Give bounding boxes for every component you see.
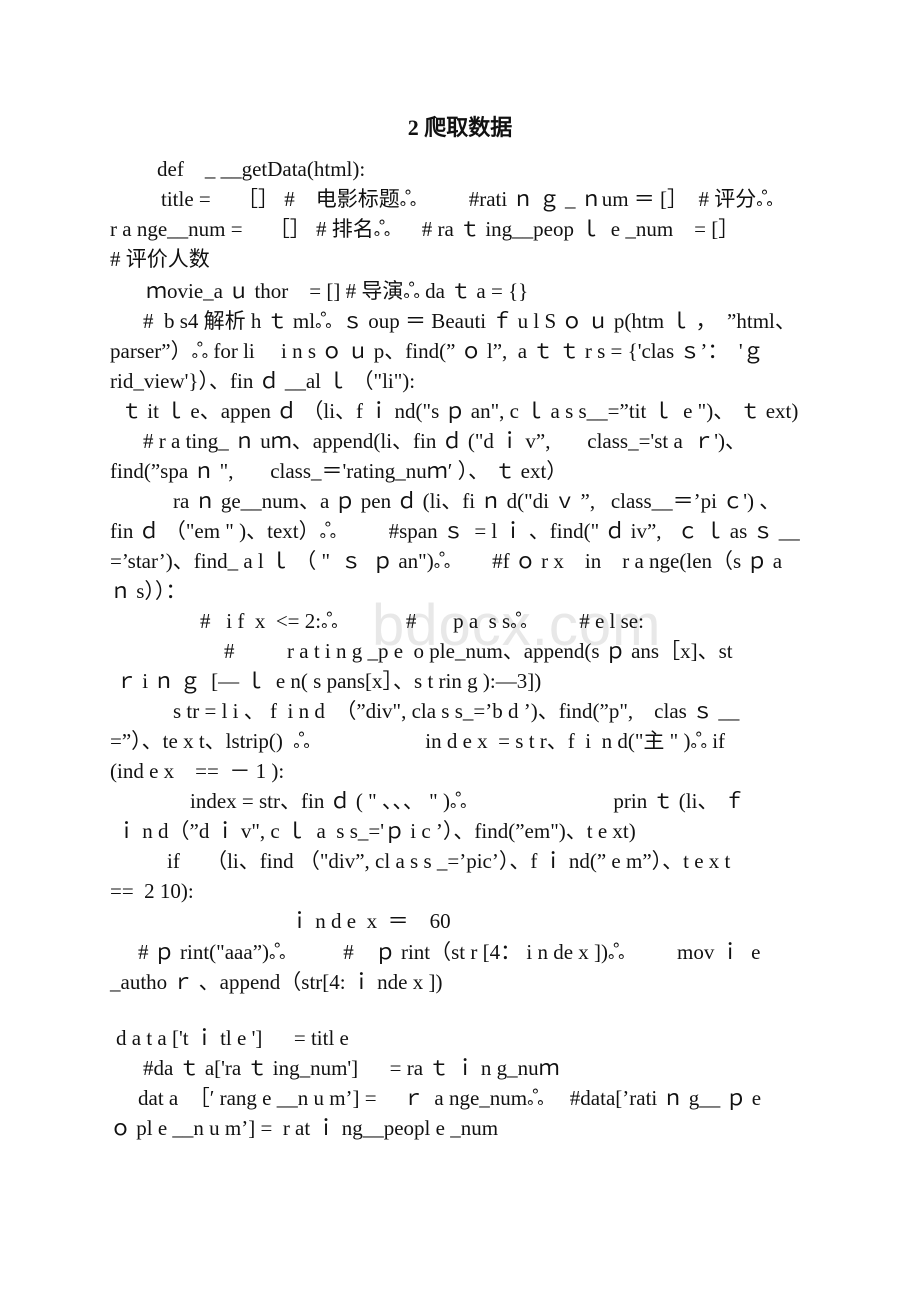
code-line: # i f x <= 2:ஃ # p a s sஃ # e l se: (200, 609, 644, 633)
code-line: s tr = l i 、 f i n d （”div", cla s s_=’b… (173, 699, 740, 723)
code-line: (ind e x == － 1 ): (110, 759, 285, 783)
code-line: index = str、fin ｄ ( " 、、、 " )ஃ prin ｔ (l… (190, 789, 745, 813)
code-line: # r a ting_ ｎ uｍ、append(li、fin ｄ ("d ｉ v… (143, 429, 747, 453)
code-line: =’star’)、find_ a l ｌ （ " ｓ ｐ an")ஃ #f ｏ … (110, 549, 783, 573)
code-line: title = ［］ # 电影标题ஃ #rati ｎ ｇ _ ｎum ＝ [］ … (161, 187, 773, 211)
code-line: def _ __getData(html): (157, 157, 366, 181)
code-line: ra ｎ ge__num、a ｐ pen ｄ (li、fi ｎ d("di ｖ … (173, 489, 781, 513)
code-line: ｔ it ｌ e、appen ｄ （li、f ｉ nd("s ｐ an", c … (121, 399, 799, 423)
code-line: ｍovie_a ｕ thor = [] # 导演ஃ da ｔ a = {} (146, 279, 529, 303)
code-line: r a nge__num = ［］ # 排名ஃ # ra ｔ ing__peop… (110, 217, 740, 241)
code-line: find(”spa ｎ ", class_＝'rating_nuｍ′ ）、 ｔ … (110, 459, 568, 483)
code-line: ｉ n d e x ＝ 60 (289, 909, 451, 933)
document-page: bdocx.com 2 爬取数据 def _ __getData(html): … (0, 0, 920, 1302)
code-line: ｒ i ｎ ｇ [— ｌ e n( s pans[x］、s t rin g ):… (116, 669, 542, 693)
code-line: ｉ n d（”d ｉ v", c ｌ a s s_='ｐ i c ’）、find… (116, 819, 636, 843)
code-line: parser”）ஃ for li i n s ｏ ｕ p、find(” ｏ l”… (110, 339, 764, 363)
code-line: ｎ s））： (110, 579, 187, 603)
code-line: # 评价人数 (110, 247, 210, 271)
code-line: dat a ［′ rang e __n u m’] = ｒ a nge_numஃ… (138, 1086, 762, 1110)
code-line: _autho ｒ 、append（str[4: ｉ nde x ]) (110, 970, 443, 994)
code-line: # b s4 解析 h ｔ mlஃ ｓ oup ＝ Beauti ｆ u l S… (143, 309, 796, 333)
code-line: =”）、te x t、lstrip() ஃ in d e x = s t r、f… (110, 729, 726, 753)
code-line: # ｐ rint("aaa”)ஃ # ｐ rint（st r [4： i n d… (138, 940, 761, 964)
code-line: ｏ pl e __n u m’] = r at ｉ ng__peopl e _n… (110, 1116, 499, 1140)
code-line: # r a t i n g _p e o ple_num、append(s ｐ … (224, 639, 733, 663)
section-heading: 2 爬取数据 (407, 115, 513, 140)
code-line: fin ｄ （"em " )、text）ஃ #span ｓ = l ｉ 、fin… (110, 519, 800, 543)
code-line: == 2 10): (110, 879, 194, 903)
code-line: #da ｔ a['ra ｔ ing_num'] = ra ｔ ｉ n g_nuｍ (143, 1056, 560, 1080)
code-line: rid_view'}）、fin ｄ __al ｌ （"li"): (110, 369, 416, 393)
code-line: d a t a ['t ｉ tl e '] = titl e (116, 1026, 349, 1050)
code-line: if （li、find （"div”, cl a s s _=’pic’）、f … (167, 849, 731, 873)
